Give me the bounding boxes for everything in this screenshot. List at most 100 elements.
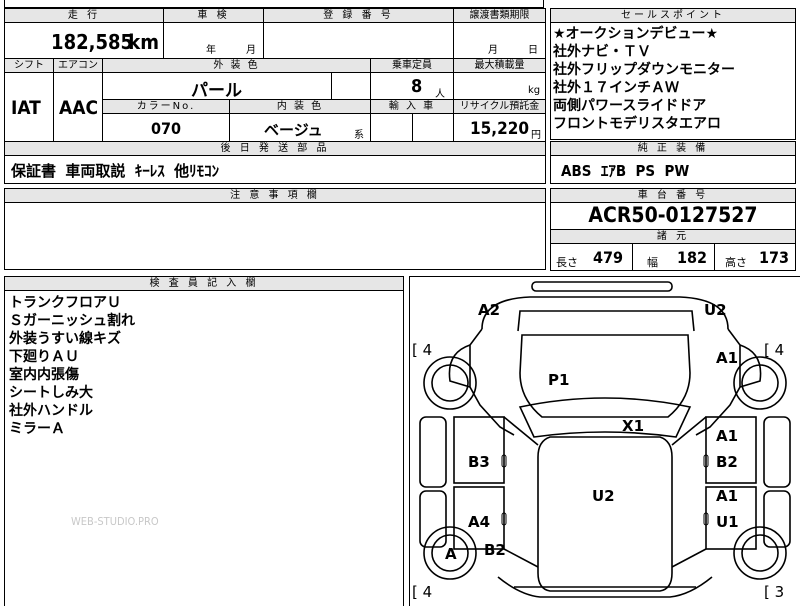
exterior-color-value: パール: [191, 81, 242, 101]
spec-length: 長さ 479: [551, 244, 633, 271]
inspector-note-3: 外装うすい線キズ: [9, 331, 121, 347]
right-sill-front: [763, 416, 791, 488]
spec-length-value: 479: [593, 248, 624, 267]
specs-header: 諸 元: [551, 230, 795, 244]
mark-B3: B3: [468, 453, 490, 471]
capacity-value: 8: [411, 76, 423, 97]
mark-B2-left: B2: [484, 541, 506, 559]
shift-cell: IAT: [5, 73, 54, 141]
mark-B2-right: B2: [716, 453, 738, 471]
import-cell: [371, 114, 454, 141]
inspector-note-6: シートしみ大: [9, 385, 93, 401]
accessories-cell: 保証書 車両取説 ｷｰﾚｽ 他ﾘﾓｺﾝ: [5, 156, 545, 183]
mark-P1: P1: [548, 371, 570, 389]
accessories-value: 保証書 車両取説 ｷｰﾚｽ 他ﾘﾓｺﾝ: [11, 162, 220, 180]
inspector-header: 検 査 員 記 入 欄: [5, 277, 403, 291]
spec-width-value: 182: [677, 248, 708, 267]
mileage-unit: km: [128, 30, 159, 54]
fender-right: [739, 344, 762, 388]
capacity-header: 乗車定員: [371, 59, 454, 73]
aircon-value: AAC: [59, 97, 99, 119]
left-sill-rear: [419, 490, 447, 548]
selling-point-2: 社外ナビ・ＴＶ: [553, 44, 651, 60]
mark-U2-top: U2: [704, 301, 727, 319]
inspection-cell: 年 月: [164, 23, 264, 59]
exterior-color-divider: [331, 73, 332, 99]
recycle-unit: 円: [531, 130, 541, 141]
deadline-day-label: 日: [528, 45, 538, 56]
recycle-header: リサイクル預託金: [454, 100, 545, 114]
inspector-note-1: トランクフロアＵ: [9, 295, 121, 311]
registration-cell: [264, 23, 454, 59]
mark-U1: U1: [716, 513, 739, 531]
mark-A2: A2: [478, 301, 501, 319]
aircon-cell: AAC: [54, 73, 103, 141]
color-no-value: 070: [151, 119, 182, 138]
recycle-value: 15,220: [470, 119, 530, 139]
interior-color-value: ベージュ: [264, 121, 323, 139]
interior-color-suffix: 系: [354, 130, 364, 141]
spec-height-label: 高さ: [725, 256, 747, 269]
capacity-unit: 人: [435, 89, 445, 100]
deadline-month-label: 月: [488, 45, 498, 56]
selling-point-3: 社外フリップダウンモニター: [553, 62, 735, 78]
max-load-header: 最大積載量: [454, 59, 545, 73]
caution-header: 注 意 事 項 欄: [5, 189, 545, 203]
mark-A1-low: A1: [716, 487, 739, 505]
specs-box: 諸 元 長さ 479 幅 182 高さ 173: [550, 229, 796, 271]
mark-A-tire: A: [445, 545, 457, 563]
shift-header: シフト: [5, 59, 54, 73]
caution-box: 注 意 事 項 欄: [4, 188, 546, 270]
tread-rear-right: [ 3: [764, 583, 785, 601]
registration-header: 登 録 番 号: [264, 9, 454, 23]
inspection-header: 車 検: [164, 9, 264, 23]
chassis-header: 車 台 番 号: [551, 189, 795, 203]
front-bumper-slot: [531, 281, 673, 292]
transfer-deadline-cell: 月 日: [454, 23, 545, 59]
transfer-deadline-header: 譲渡書類期限: [454, 9, 545, 23]
accessories-header: 後 日 発 送 部 品: [5, 141, 545, 156]
color-no-header: カラーNo.: [103, 100, 230, 114]
max-load-unit: kg: [528, 85, 541, 96]
inspector-note-4: 下廻りＡＵ: [9, 349, 79, 365]
fender-left: [448, 344, 471, 388]
interior-color-cell: ベージュ 系: [230, 114, 371, 141]
tread-front-left: [ 4: [412, 341, 433, 359]
inspector-note-8: ミラーＡ: [9, 421, 65, 437]
exterior-color-cell: パール: [103, 73, 371, 101]
tread-rear-left: [ 4: [412, 583, 433, 601]
equipment-header: 純 正 装 備: [551, 142, 795, 156]
aircon-header: エアコン: [54, 59, 103, 73]
import-divider: [412, 114, 413, 141]
spec-height: 高さ 173: [715, 244, 795, 271]
inspection-year-label: 年: [206, 45, 216, 56]
equipment-value: ABS ｴｱB PS PW: [561, 162, 690, 180]
inspector-note-2: Ｓガーニッシュ割れ: [9, 313, 135, 329]
vehicle-diagram: [419, 281, 791, 598]
vehicle-diagram-box: A2 U2 P1 A1 X1 A1 B3 B2 U2 A1 A4 U1 A B2…: [409, 276, 800, 606]
hood-panel: [519, 334, 691, 418]
inspection-month-label: 月: [246, 45, 256, 56]
exterior-color-header: 外 装 色: [103, 59, 371, 73]
mark-X1: X1: [622, 417, 645, 435]
max-load-cell: kg: [454, 73, 545, 100]
rear-right-wheel-inner: [741, 534, 779, 572]
recycle-cell: 15,220 円: [454, 114, 545, 141]
spec-width: 幅 182: [633, 244, 715, 271]
selling-points-header: セールスポイント: [551, 9, 795, 23]
selling-point-1: ★オークションデビュー★: [553, 26, 719, 42]
watermark: WEB-STUDIO.PRO: [71, 515, 159, 528]
spec-length-label: 長さ: [556, 256, 578, 269]
color-no-cell: 070: [103, 114, 230, 141]
tread-front-right: [ 4: [764, 341, 785, 359]
inspector-note-5: 室内内張傷: [9, 367, 79, 383]
right-sill-rear: [763, 490, 791, 548]
left-sill-front: [419, 416, 447, 488]
inspector-note-7: 社外ハンドル: [9, 403, 93, 419]
roof: [537, 436, 673, 592]
mark-A4: A4: [468, 513, 491, 531]
spec-height-value: 173: [759, 248, 790, 267]
chassis-box: 車 台 番 号 ACR50-0127527: [550, 188, 796, 230]
selling-point-5: 両側パワースライドドア: [553, 98, 707, 114]
mileage-value: 182,585: [51, 30, 133, 54]
